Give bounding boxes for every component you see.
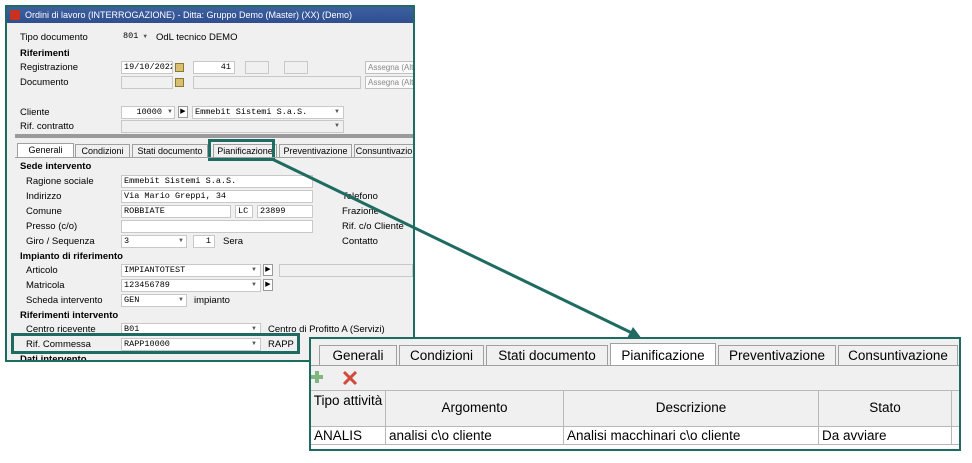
- column-header-argomento[interactable]: Argomento: [386, 391, 564, 426]
- column-header-descrizione[interactable]: Descrizione: [564, 391, 819, 426]
- cell-stato[interactable]: Da avviare: [819, 427, 952, 444]
- table-row[interactable]: ANALIS analisi c\o cliente Analisi macch…: [311, 427, 959, 445]
- zoom-tab-stati-documento[interactable]: Stati documento: [486, 345, 608, 366]
- zoom-tab-pianificazione[interactable]: Pianificazione: [610, 343, 716, 366]
- zoom-toolbar: [311, 366, 959, 390]
- zoom-tab-condizioni[interactable]: Condizioni: [399, 345, 484, 366]
- zoom-tab-preventivazione[interactable]: Preventivazione: [718, 345, 836, 366]
- column-header-tipo-attivita[interactable]: Tipo attività: [311, 391, 386, 426]
- zoom-panel: Generali Condizioni Stati documento Pian…: [309, 337, 961, 451]
- x-icon[interactable]: [341, 369, 359, 387]
- cell-tipo-attivita[interactable]: ANALIS: [311, 427, 386, 444]
- zoom-tab-generali[interactable]: Generali: [319, 345, 397, 366]
- column-header-stato[interactable]: Stato: [819, 391, 952, 426]
- zoom-tab-consuntivazione[interactable]: Consuntivazione: [838, 345, 958, 366]
- plus-icon[interactable]: [311, 369, 325, 385]
- cell-descrizione[interactable]: Analisi macchinari c\o cliente: [564, 427, 819, 444]
- cell-argomento[interactable]: analisi c\o cliente: [386, 427, 564, 444]
